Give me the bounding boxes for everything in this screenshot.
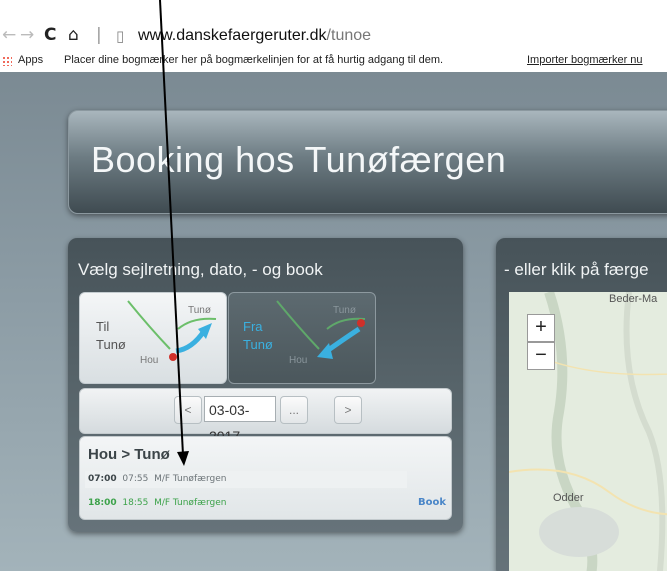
page-header: Booking hos Tunøfærgen: [68, 110, 667, 214]
forward-arrow-icon[interactable]: →: [20, 25, 34, 45]
bookmarks-bar: Apps Placer dine bogmærker her på bogmær…: [0, 52, 667, 70]
import-bookmarks-link[interactable]: Importer bogmærker nu: [527, 54, 643, 66]
direction-from-label-top: Fra: [243, 319, 263, 334]
date-input[interactable]: 03-03-2017: [204, 396, 276, 444]
direction-from-to-place: Hou: [289, 355, 308, 366]
direction-from-from-place: Tunø: [333, 305, 356, 316]
url-field[interactable]: www.danskefaergeruter.dk/tunoe: [138, 27, 371, 45]
map-label-odder: Odder: [553, 492, 584, 504]
previous-date-button[interactable]: <: [174, 396, 202, 424]
route-title: Hou > Tunø: [88, 446, 170, 463]
direction-from-label-bottom: Tunø: [243, 337, 273, 352]
apps-link[interactable]: Apps: [18, 54, 43, 66]
map-panel: - eller klik på færge + − Beder-Ma Odder: [496, 238, 667, 571]
page-viewport: Booking hos Tunøfærgen Vælg sejlretning,…: [0, 72, 667, 571]
booking-panel-title: Vælg sejlretning, dato, - og book: [78, 260, 323, 279]
departure-row[interactable]: 07:00 07:55 M/F Tunøfærgen: [85, 471, 407, 488]
departure-time: 07:00: [88, 474, 117, 484]
vessel-name: M/F Tunøfærgen: [154, 474, 227, 484]
direction-to-label-bottom: Tunø: [96, 337, 126, 352]
direction-to-label-top: Til: [96, 319, 110, 334]
departure-time: 18:00: [88, 498, 117, 508]
map-panel-title: - eller klik på færge: [504, 260, 649, 279]
departures-box: Hou > Tunø 07:00 07:55 M/F Tunøfærgen 18…: [79, 436, 452, 520]
arrival-time: 07:55: [122, 474, 149, 484]
next-date-button[interactable]: >: [334, 396, 362, 424]
browser-address-bar: ← → C ⌂ | ▯ www.danskefaergeruter.dk/tun…: [0, 0, 667, 50]
separator: |: [96, 25, 102, 45]
arrival-time: 18:55: [122, 498, 149, 508]
date-selector: < 03-03-2017 ... >: [79, 388, 452, 444]
bookmarks-tip: Placer dine bogmærker her på bogmærkelin…: [64, 54, 444, 66]
zoom-out-button[interactable]: −: [527, 342, 555, 370]
booking-panel: Vælg sejlretning, dato, - og book Til Tu…: [68, 238, 463, 532]
reload-icon[interactable]: C: [44, 25, 56, 45]
map[interactable]: + − Beder-Ma Odder: [509, 292, 667, 571]
date-picker-button[interactable]: ...: [280, 396, 308, 424]
direction-to-from-place: Hou: [140, 355, 159, 366]
vessel-name: M/F Tunøfærgen: [154, 498, 227, 508]
apps-grid-icon[interactable]: [2, 56, 12, 66]
zoom-in-button[interactable]: +: [527, 314, 555, 342]
map-label-beder: Beder-Ma: [609, 293, 658, 305]
book-link[interactable]: Book: [418, 497, 446, 508]
direction-to-to-place: Tunø: [188, 305, 211, 316]
back-arrow-icon[interactable]: ←: [2, 25, 16, 45]
page-title: Booking hos Tunøfærgen: [91, 139, 507, 180]
page-icon: ▯: [116, 27, 125, 45]
departure-row[interactable]: 18:00 18:55 M/F Tunøfærgen: [85, 495, 407, 512]
direction-to-tunoe-button[interactable]: Til Tunø Hou Tunø: [79, 292, 227, 384]
home-icon[interactable]: ⌂: [68, 25, 79, 45]
direction-from-tunoe-button[interactable]: Fra Tunø Tunø Hou: [228, 292, 376, 384]
